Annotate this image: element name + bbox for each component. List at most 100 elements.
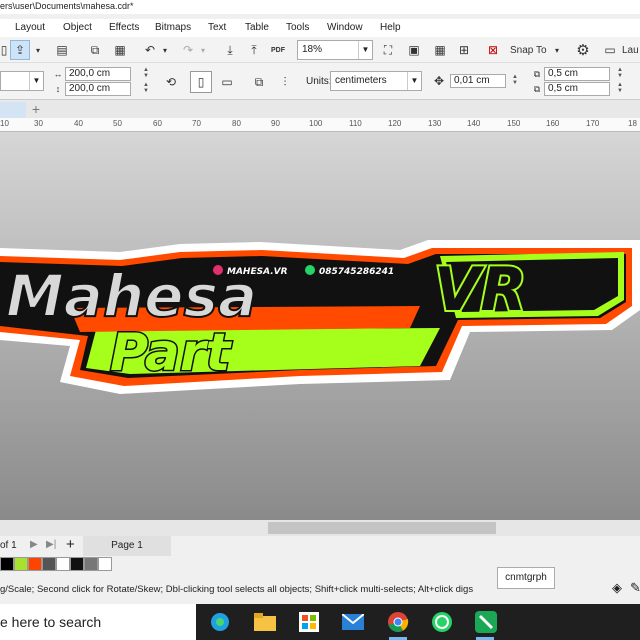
dynamic-guides-icon[interactable]: ⊠: [483, 40, 503, 60]
fill-indicator-icon[interactable]: ◈: [612, 580, 622, 596]
show-grid-icon[interactable]: ▦: [430, 40, 450, 60]
portrait-icon[interactable]: ▯: [190, 71, 212, 93]
copy-icon[interactable]: ⧉: [85, 40, 105, 60]
guidelines-icon[interactable]: ⊞: [454, 40, 474, 60]
all-pages-icon[interactable]: ⧉: [248, 71, 270, 93]
full-screen-icon[interactable]: ⛶: [378, 40, 398, 60]
swatch-mid-gray[interactable]: [84, 557, 98, 571]
width-field[interactable]: 200,0 cm: [65, 67, 131, 81]
undo-icon[interactable]: ↶: [140, 40, 160, 60]
whatsapp-taskbar-icon[interactable]: [430, 610, 454, 634]
scrollbar-thumb[interactable]: [268, 522, 496, 534]
landscape-icon[interactable]: ▭: [216, 71, 238, 93]
menu-bitmaps[interactable]: Bitmaps: [155, 22, 191, 33]
nudge-spinner[interactable]: ▲ ▼: [509, 74, 521, 86]
swatch-dark[interactable]: [70, 557, 84, 571]
file-explorer-icon[interactable]: [253, 610, 277, 634]
ruler-tick: 110: [349, 119, 362, 128]
import-icon[interactable]: ▤: [52, 40, 72, 60]
export-file-icon[interactable]: ⤒: [244, 40, 264, 60]
swatch-black[interactable]: [0, 557, 14, 571]
launch-label: Lau: [622, 44, 639, 56]
instagram-icon: [213, 265, 223, 275]
ruler-tick: 170: [586, 119, 600, 128]
launch-icon[interactable]: ▭: [602, 40, 618, 60]
whatsapp-icon: [305, 265, 315, 275]
duplicate-y-spinner[interactable]: ▲ ▼: [614, 82, 626, 94]
document-tab-strip: +: [0, 100, 640, 118]
show-rulers-icon[interactable]: ▣: [404, 40, 424, 60]
tooltip: cnmtgrph: [497, 567, 555, 589]
logo-instagram-handle: MAHESA.VR: [227, 267, 288, 277]
open-icon[interactable]: ▯: [0, 40, 8, 60]
import-file-icon[interactable]: ⤓: [220, 40, 240, 60]
task-view-icon[interactable]: [208, 610, 232, 634]
units-select[interactable]: centimeters ▼: [330, 71, 422, 91]
last-page-icon[interactable]: ▶|: [46, 539, 56, 550]
ruler-tick: 150: [507, 119, 521, 128]
scale-icon[interactable]: ⟲: [160, 71, 182, 93]
redo-dropdown-icon[interactable]: ▾: [198, 40, 208, 60]
chrome-icon[interactable]: [386, 610, 410, 634]
object-origin-select[interactable]: ▼: [0, 71, 44, 91]
ruler-tick: 40: [74, 119, 83, 128]
drawing-canvas[interactable]: Mahesa VR Part MAHESA.VR 085745286241: [0, 132, 640, 520]
height-field[interactable]: 200,0 cm: [65, 82, 131, 96]
horizontal-scrollbar[interactable]: [0, 520, 640, 536]
menu-window[interactable]: Window: [327, 22, 363, 33]
logo-artwork[interactable]: Mahesa VR Part MAHESA.VR 085745286241: [0, 132, 640, 520]
paste-icon[interactable]: ▦: [110, 40, 130, 60]
pdf-icon[interactable]: PDF: [268, 40, 288, 60]
swatch-gray[interactable]: [42, 557, 56, 571]
units-label: Units:: [306, 76, 332, 87]
ruler-tick: 90: [271, 119, 280, 128]
ruler-tick: 60: [153, 119, 162, 128]
ruler-tick: 160: [546, 119, 560, 128]
swatch-white[interactable]: [56, 557, 70, 571]
page-tab[interactable]: Page 1: [83, 536, 171, 556]
menu-tools[interactable]: Tools: [286, 22, 309, 33]
property-bar: ▼ ↔ 200,0 cm ▲ ▼ ↕ 200,0 cm ▲ ▼ ⟲ ▯ ▭ ⧉ ⫶ …: [0, 63, 640, 100]
mail-icon[interactable]: [341, 610, 365, 634]
ruler-tick: 130: [428, 119, 442, 128]
ruler-tick: 30: [34, 119, 43, 128]
launch-button[interactable]: Lau: [622, 40, 640, 60]
snap-dropdown-icon[interactable]: ▾: [552, 40, 562, 60]
undo-dropdown-icon[interactable]: ▾: [160, 40, 170, 60]
duplicate-y-field[interactable]: 0,5 cm: [544, 82, 610, 96]
add-document-icon[interactable]: +: [28, 101, 44, 117]
document-tab[interactable]: [0, 102, 26, 118]
swatch-green[interactable]: [14, 557, 28, 571]
add-page-icon[interactable]: +: [66, 536, 75, 553]
gear-icon[interactable]: ⚙: [572, 40, 594, 60]
coreldraw-icon[interactable]: [474, 610, 498, 634]
store-icon[interactable]: [297, 610, 321, 634]
horizontal-ruler[interactable]: 10 30 40 50 60 70 80 90 100 110 120 130 …: [0, 118, 640, 132]
width-spinner[interactable]: ▲ ▼: [140, 67, 152, 79]
swatch-orange[interactable]: [28, 557, 42, 571]
menu-text[interactable]: Text: [208, 22, 226, 33]
duplicate-x-spinner[interactable]: ▲ ▼: [614, 67, 626, 79]
chevron-down-icon: ▼: [407, 72, 421, 90]
taskbar-search[interactable]: e here to search: [0, 604, 196, 640]
menu-effects[interactable]: Effects: [109, 22, 139, 33]
menu-layout[interactable]: Layout: [15, 22, 45, 33]
menu-object[interactable]: Object: [63, 22, 92, 33]
menu-table[interactable]: Table: [245, 22, 269, 33]
swatch-white-2[interactable]: [98, 557, 112, 571]
standard-toolbar: ▯ ⇪ ▾ ▤ ⧉ ▦ ↶ ▾ ↷ ▾ ⤓ ⤒ PDF 18% ▼ ⛶ ▣ ▦ …: [0, 37, 640, 63]
window-title: ers\user\Documents\mahesa.cdr*: [0, 0, 640, 14]
nudge-field[interactable]: 0,01 cm: [450, 74, 506, 88]
height-spinner[interactable]: ▲ ▼: [140, 82, 152, 94]
zoom-value: 18%: [302, 44, 323, 55]
current-page-icon[interactable]: ⫶: [274, 71, 296, 93]
logo-text-part: Part: [110, 323, 233, 383]
outline-indicator-icon[interactable]: ✎: [630, 580, 640, 596]
cloud-upload-icon[interactable]: ⇪: [10, 40, 30, 60]
dropdown-arrow-icon[interactable]: ▾: [32, 40, 44, 60]
redo-icon[interactable]: ↷: [178, 40, 198, 60]
duplicate-x-field[interactable]: 0,5 cm: [544, 67, 610, 81]
zoom-select[interactable]: 18% ▼: [297, 40, 373, 60]
next-page-icon[interactable]: ▶: [30, 539, 38, 550]
menu-help[interactable]: Help: [380, 22, 401, 33]
